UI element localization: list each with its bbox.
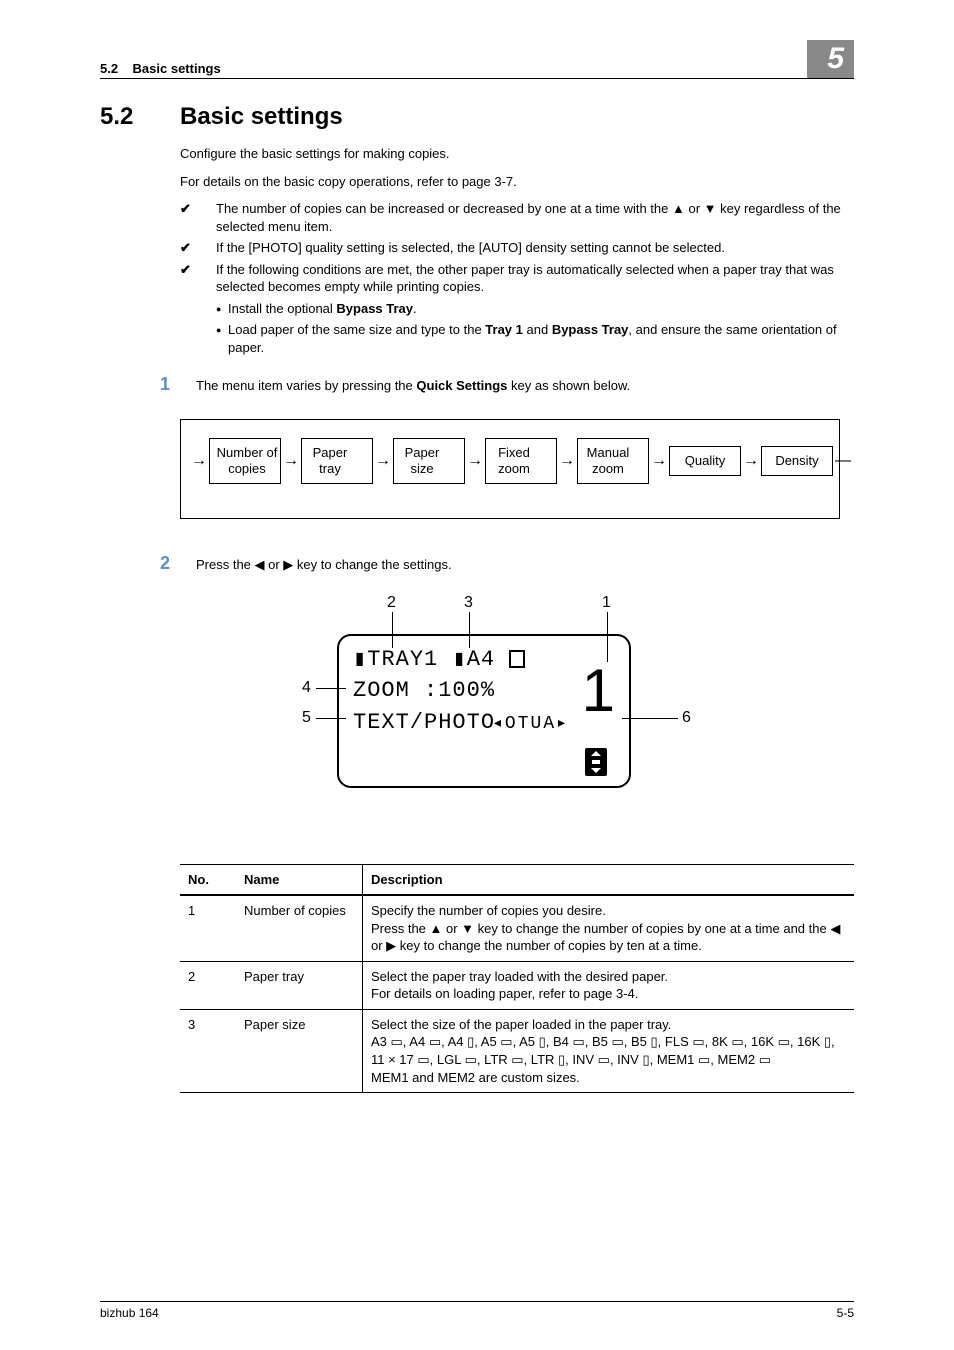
arrow-icon: → xyxy=(743,452,759,470)
lcd-line-3: TEXT/PHOTO xyxy=(353,710,495,735)
callout-1: 1 xyxy=(602,594,611,612)
callout-4: 4 xyxy=(302,679,311,697)
note-3-b1: Install the optional Bypass Tray. xyxy=(216,300,854,318)
callout-6: 6 xyxy=(682,709,691,727)
section-heading: 5.2 Basic settings xyxy=(100,103,854,131)
cell-name: Number of copies xyxy=(236,895,363,961)
footer-page: 5-5 xyxy=(837,1306,854,1320)
arrow-icon: → xyxy=(559,452,575,470)
step-2-text: Press the ◀ or ▶ key to change the setti… xyxy=(196,553,452,574)
step-2: 2 Press the ◀ or ▶ key to change the set… xyxy=(160,553,854,574)
page-header: 5.2 Basic settings 5 xyxy=(100,40,854,79)
section-title: Basic settings xyxy=(180,103,343,131)
lcd-screen: ▮TRAY1 ▮A4 ZOOM :100% TEXT/PHOTO 1 ◂AUTO… xyxy=(337,634,631,788)
notes-list: The number of copies can be increased or… xyxy=(180,200,854,356)
quick-settings-flow: → Number of copies → Paper tray → Paper … xyxy=(180,419,840,518)
cell-no: 2 xyxy=(180,961,236,1009)
table-row: 1 Number of copies Specify the number of… xyxy=(180,895,854,961)
flow-manual-zoom: Manual zoom xyxy=(577,438,649,483)
header-section-ref: 5.2 Basic settings xyxy=(100,61,221,76)
cell-name: Paper size xyxy=(236,1009,363,1092)
toner-icon xyxy=(585,748,607,776)
arrow-icon: → xyxy=(191,452,207,470)
header-sec-title: Basic settings xyxy=(133,61,221,76)
note-3-b2: Load paper of the same size and type to … xyxy=(216,321,854,356)
th-desc: Description xyxy=(363,864,855,895)
step-1: 1 The menu item varies by pressing the Q… xyxy=(160,374,854,395)
th-no: No. xyxy=(180,864,236,895)
table-row: 3 Paper size Select the size of the pape… xyxy=(180,1009,854,1092)
lcd-line-2: ZOOM :100% xyxy=(353,678,495,703)
flow-paper-tray: Paper tray xyxy=(301,438,373,483)
section-number: 5.2 xyxy=(100,103,180,131)
cell-desc: Specify the number of copies you desire.… xyxy=(363,895,855,961)
note-3-lead: If the following conditions are met, the… xyxy=(216,262,834,295)
intro-p2: For details on the basic copy operations… xyxy=(180,173,854,191)
callout-3: 3 xyxy=(464,594,473,612)
th-name: Name xyxy=(236,864,363,895)
cell-name: Paper tray xyxy=(236,961,363,1009)
note-3: If the following conditions are met, the… xyxy=(180,261,854,357)
note-3-sub: Install the optional Bypass Tray. Load p… xyxy=(216,300,854,357)
step-2-num: 2 xyxy=(160,553,196,574)
flow-quality: Quality xyxy=(669,446,741,476)
arrow-icon: → xyxy=(651,452,667,470)
flow-paper-size: Paper size xyxy=(393,438,465,483)
chapter-tab: 5 xyxy=(807,40,854,78)
step-1-num: 1 xyxy=(160,374,196,395)
lcd-auto-density: ◂AUTO▸ xyxy=(490,712,567,734)
table-row: 2 Paper tray Select the paper tray loade… xyxy=(180,961,854,1009)
note-1: The number of copies can be increased or… xyxy=(180,200,854,235)
header-sec-num: 5.2 xyxy=(100,61,118,76)
callout-5: 5 xyxy=(302,709,311,727)
flow-copies: Number of copies xyxy=(209,438,281,483)
step-1-text: The menu item varies by pressing the Qui… xyxy=(196,374,630,395)
lcd-copies-count: 1 xyxy=(582,656,615,725)
cell-no: 1 xyxy=(180,895,236,961)
arrow-icon: — xyxy=(835,452,851,470)
settings-table: No. Name Description 1 Number of copies … xyxy=(180,864,854,1093)
intro-block: Configure the basic settings for making … xyxy=(180,145,854,356)
footer-model: bizhub 164 xyxy=(100,1306,159,1320)
note-2: If the [PHOTO] quality setting is select… xyxy=(180,239,854,257)
cell-desc: Select the size of the paper loaded in t… xyxy=(363,1009,855,1092)
arrow-icon: → xyxy=(375,452,391,470)
page-footer: bizhub 164 5-5 xyxy=(100,1301,854,1320)
arrow-icon: → xyxy=(467,452,483,470)
intro-p1: Configure the basic settings for making … xyxy=(180,145,854,163)
callout-2: 2 xyxy=(387,594,396,612)
lcd-diagram: 2 3 1 4 5 6 ▮TRAY1 ▮A4 ZOOM :100% TEXT/P… xyxy=(242,594,712,844)
lcd-line-1: ▮TRAY1 ▮A4 xyxy=(353,646,525,672)
arrow-icon: → xyxy=(283,452,299,470)
cell-desc: Select the paper tray loaded with the de… xyxy=(363,961,855,1009)
flow-density: Density xyxy=(761,446,833,476)
cell-no: 3 xyxy=(180,1009,236,1092)
flow-fixed-zoom: Fixed zoom xyxy=(485,438,557,483)
